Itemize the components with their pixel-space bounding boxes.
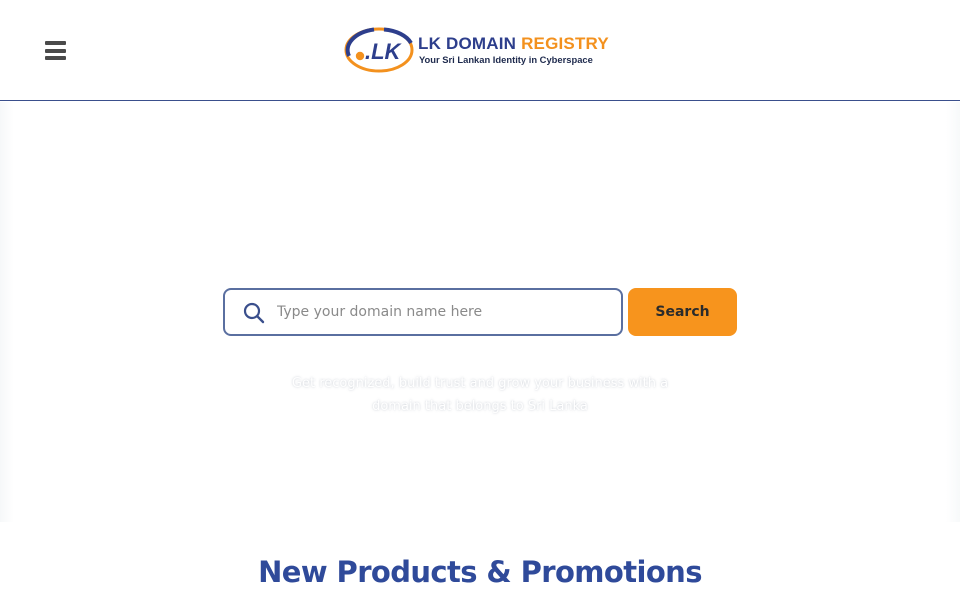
logo-title-primary: LK DOMAIN (418, 34, 517, 53)
site-header: .LK LK DOMAIN REGISTRY Your Sri Lankan I… (0, 0, 960, 101)
promotions-section-title: New Products & Promotions (258, 555, 702, 589)
domain-search-box[interactable] (223, 288, 623, 336)
search-icon (243, 302, 265, 324)
logo-tagline: Your Sri Lankan Identity in Cyberspace (419, 54, 593, 65)
lk-logo-mark: .LK (344, 27, 414, 73)
hero-tagline: Get recognized, build trust and grow you… (291, 376, 669, 414)
logo-mark-text: .LK (365, 39, 403, 64)
search-button[interactable]: Search (628, 288, 737, 336)
logo-title-accent: REGISTRY (521, 34, 609, 53)
logo-title: LK DOMAIN REGISTRY (418, 34, 609, 54)
domain-search-input[interactable] (277, 290, 611, 334)
site-logo[interactable]: .LK LK DOMAIN REGISTRY Your Sri Lankan I… (344, 26, 620, 76)
hamburger-menu-icon[interactable] (45, 41, 67, 60)
